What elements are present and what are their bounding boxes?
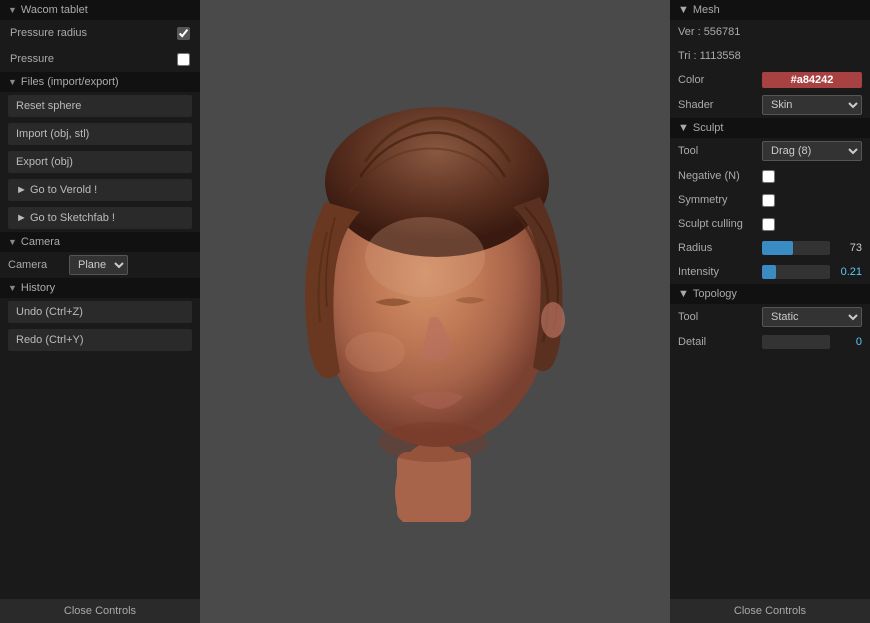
mesh-section-label: Mesh (693, 4, 720, 16)
export-button[interactable]: Export (obj) (8, 151, 192, 173)
sculpt-section-label: Sculpt (693, 122, 724, 134)
shader-label: Shader (678, 99, 758, 111)
wacom-section-label: Wacom tablet (21, 4, 88, 16)
negative-label: Negative (N) (678, 170, 758, 182)
intensity-slider[interactable] (762, 265, 830, 279)
topo-tool-row: Tool Static Dynamic (670, 304, 870, 330)
intensity-row: Intensity 0.21 (670, 260, 870, 284)
radius-label: Radius (678, 242, 758, 254)
shader-select[interactable]: Skin Normal Clay (762, 95, 862, 115)
ver-value: 556781 (704, 26, 741, 38)
shader-row: Shader Skin Normal Clay (670, 92, 870, 118)
go-sketchfab-button[interactable]: ► Go to Sketchfab ! (8, 207, 192, 229)
history-arrow-icon: ▼ (8, 283, 17, 293)
files-section-label: Files (import/export) (21, 76, 119, 88)
camera-section-header[interactable]: ▼ Camera (0, 232, 200, 252)
radius-value: 73 (834, 242, 862, 254)
sculpt-section-header[interactable]: ▼ Sculpt (670, 118, 870, 138)
radius-row: Radius 73 (670, 236, 870, 260)
sculpt-culling-checkbox[interactable] (762, 218, 775, 231)
radius-fill (762, 241, 793, 255)
left-close-controls-button[interactable]: Close Controls (0, 599, 200, 623)
mesh-arrow-icon: ▼ (678, 4, 689, 16)
reset-sphere-button[interactable]: Reset sphere (8, 95, 192, 117)
symmetry-row: Symmetry (670, 188, 870, 212)
sculpt-culling-row: Sculpt culling (670, 212, 870, 236)
import-button[interactable]: Import (obj, stl) (8, 123, 192, 145)
pressure-label: Pressure (10, 53, 171, 65)
camera-row: Camera Plane Orbit Free (0, 252, 200, 278)
color-swatch[interactable]: #a84242 (762, 72, 862, 88)
left-panel: ▼ Wacom tablet Pressure radius Pressure … (0, 0, 200, 623)
symmetry-label: Symmetry (678, 194, 758, 206)
topology-section-label: Topology (693, 288, 737, 300)
topo-tool-select[interactable]: Static Dynamic (762, 307, 862, 327)
viewport[interactable] (200, 0, 670, 623)
mesh-section-header[interactable]: ▼ Mesh (670, 0, 870, 20)
head-3d-render (285, 102, 585, 522)
color-row: Color #a84242 (670, 68, 870, 92)
tri-label: Tri : 1113558 (678, 50, 758, 62)
radius-slider[interactable] (762, 241, 830, 255)
detail-value: 0 (834, 336, 862, 348)
topology-section-header[interactable]: ▼ Topology (670, 284, 870, 304)
tri-value: 1113558 (700, 50, 741, 62)
detail-row: Detail 0 (670, 330, 870, 354)
negative-row: Negative (N) (670, 164, 870, 188)
sculpt-tool-select[interactable]: Drag (8) Smooth Flatten Inflate (762, 141, 862, 161)
ver-row: Ver : 556781 (670, 20, 870, 44)
camera-section-label: Camera (21, 236, 60, 248)
camera-select[interactable]: Plane Orbit Free (69, 255, 128, 275)
camera-arrow-icon: ▼ (8, 237, 17, 247)
ver-label: Ver : 556781 (678, 26, 758, 38)
detail-label: Detail (678, 336, 758, 348)
color-label: Color (678, 74, 758, 86)
sculpt-culling-label: Sculpt culling (678, 218, 758, 230)
wacom-section-header[interactable]: ▼ Wacom tablet (0, 0, 200, 20)
files-arrow-icon: ▼ (8, 77, 17, 87)
camera-label: Camera (8, 259, 63, 271)
right-close-controls-button[interactable]: Close Controls (670, 599, 870, 623)
pressure-radius-row: Pressure radius (0, 20, 200, 46)
history-section-label: History (21, 282, 55, 294)
undo-button[interactable]: Undo (Ctrl+Z) (8, 301, 192, 323)
tri-row: Tri : 1113558 (670, 44, 870, 68)
intensity-label: Intensity (678, 266, 758, 278)
files-section-header[interactable]: ▼ Files (import/export) (0, 72, 200, 92)
negative-checkbox[interactable] (762, 170, 775, 183)
intensity-value: 0.21 (834, 266, 862, 278)
redo-button[interactable]: Redo (Ctrl+Y) (8, 329, 192, 351)
right-panel: ▼ Mesh Ver : 556781 Tri : 1113558 Color … (670, 0, 870, 623)
sculpt-arrow-icon: ▼ (678, 122, 689, 134)
pressure-radius-checkbox[interactable] (177, 27, 190, 40)
detail-slider[interactable] (762, 335, 830, 349)
go-verold-button[interactable]: ► Go to Verold ! (8, 179, 192, 201)
topo-tool-label: Tool (678, 311, 758, 323)
pressure-checkbox[interactable] (177, 53, 190, 66)
sculpt-tool-row: Tool Drag (8) Smooth Flatten Inflate (670, 138, 870, 164)
intensity-fill (762, 265, 776, 279)
symmetry-checkbox[interactable] (762, 194, 775, 207)
history-section-header[interactable]: ▼ History (0, 278, 200, 298)
topology-arrow-icon: ▼ (678, 288, 689, 300)
pressure-radius-label: Pressure radius (10, 27, 171, 39)
wacom-arrow-icon: ▼ (8, 5, 17, 15)
pressure-row: Pressure (0, 46, 200, 72)
sculpt-tool-label: Tool (678, 145, 758, 157)
